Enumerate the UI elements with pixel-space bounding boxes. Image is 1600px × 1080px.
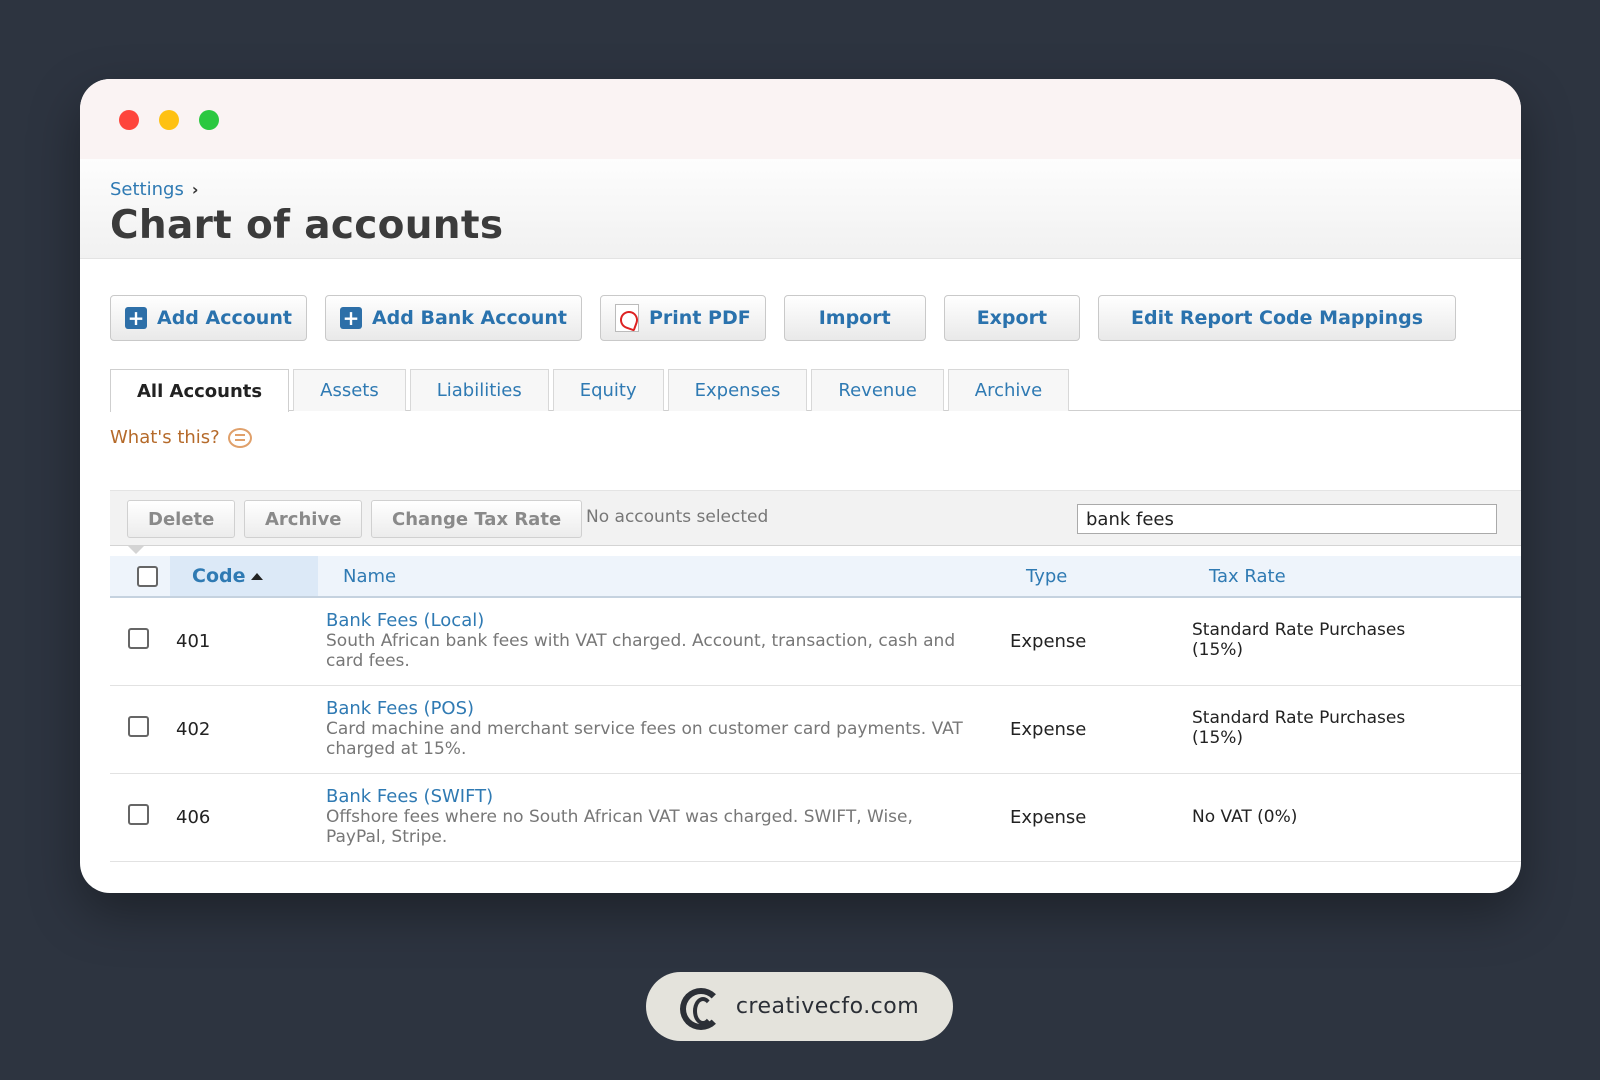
app-window: Settings › Chart of accounts + Add Accou…	[80, 79, 1521, 893]
tab-revenue[interactable]: Revenue	[811, 369, 944, 411]
window-minimize-button[interactable]	[159, 110, 179, 130]
page-header: Settings › Chart of accounts	[80, 159, 1521, 259]
column-header-name[interactable]: Name	[343, 556, 396, 596]
sort-ascending-icon	[251, 572, 264, 580]
account-tax-rate: No VAT (0%)	[1192, 807, 1298, 827]
account-description: Offshore fees where no South African VAT…	[326, 807, 913, 847]
table-row: 406 Bank Fees (SWIFT) Offshore fees wher…	[110, 774, 1521, 862]
breadcrumb-chevron-icon: ›	[191, 180, 199, 199]
bulk-action-bar: Delete Archive Change Tax Rate No accoun…	[110, 490, 1521, 554]
whats-this-link[interactable]: What's this?	[110, 427, 252, 448]
accounts-table: Code Name Type Tax Rate 401 Bank Fees (L…	[110, 556, 1521, 862]
add-bank-account-label: Add Bank Account	[371, 307, 567, 329]
table-row: 402 Bank Fees (POS) Card machine and mer…	[110, 686, 1521, 774]
tab-archive[interactable]: Archive	[947, 369, 1070, 411]
brand-badge: creativecfo.com	[646, 972, 953, 1041]
breadcrumb: Settings ›	[110, 179, 198, 200]
brand-url: creativecfo.com	[735, 994, 920, 1019]
column-header-tax-rate[interactable]: Tax Rate	[1209, 556, 1286, 596]
account-code: 401	[176, 631, 211, 652]
print-pdf-button[interactable]: Print PDF	[599, 295, 766, 341]
account-name-cell: Bank Fees (Local) South African bank fee…	[326, 610, 976, 671]
whats-this-label: What's this?	[110, 427, 220, 448]
account-description: Card machine and merchant service fees o…	[326, 719, 963, 759]
edit-report-code-mappings-button[interactable]: Edit Report Code Mappings	[1098, 295, 1457, 341]
page-title: Chart of accounts	[110, 203, 504, 248]
select-all-checkbox[interactable]	[137, 566, 158, 587]
account-description: South African bank fees with VAT charged…	[326, 631, 956, 671]
add-account-label: Add Account	[157, 307, 292, 329]
account-type: Expense	[1010, 719, 1087, 740]
account-name-link[interactable]: Bank Fees (POS)	[326, 698, 976, 719]
column-header-type[interactable]: Type	[1026, 556, 1067, 596]
creativecfo-logo-icon	[679, 987, 722, 1030]
selection-status: No accounts selected	[586, 507, 769, 527]
column-header-code[interactable]: Code	[170, 556, 318, 596]
window-zoom-button[interactable]	[199, 110, 219, 130]
code-header-label: Code	[192, 565, 246, 587]
row-checkbox[interactable]	[128, 628, 149, 649]
export-button[interactable]: Export	[943, 295, 1081, 341]
window-titlebar	[80, 79, 1521, 159]
account-name-cell: Bank Fees (SWIFT) Offshore fees where no…	[326, 786, 976, 847]
pdf-icon	[614, 304, 639, 332]
tab-assets[interactable]: Assets	[293, 369, 406, 411]
account-tax-rate: Standard Rate Purchases (15%)	[1192, 620, 1406, 660]
main-toolbar: + Add Account + Add Bank Account Print P…	[110, 295, 1457, 341]
row-checkbox[interactable]	[128, 716, 149, 737]
add-bank-account-button[interactable]: + Add Bank Account	[324, 295, 582, 341]
tab-expenses[interactable]: Expenses	[667, 369, 808, 411]
table-row: 401 Bank Fees (Local) South African bank…	[110, 598, 1521, 686]
plus-square-icon: +	[125, 307, 147, 329]
tab-liabilities[interactable]: Liabilities	[409, 369, 549, 411]
account-name-link[interactable]: Bank Fees (SWIFT)	[326, 786, 976, 807]
bar-notch	[128, 546, 144, 554]
account-code: 402	[176, 719, 211, 740]
delete-button[interactable]: Delete	[127, 500, 236, 538]
speech-bubble-icon	[227, 427, 252, 448]
account-tabs: All Accounts Assets Liabilities Equity E…	[110, 369, 1521, 412]
import-button[interactable]: Import	[783, 295, 926, 341]
breadcrumb-settings-link[interactable]: Settings	[110, 179, 184, 200]
tab-equity[interactable]: Equity	[552, 369, 664, 411]
tab-all-accounts[interactable]: All Accounts	[110, 369, 290, 412]
account-tax-rate: Standard Rate Purchases (15%)	[1192, 708, 1406, 748]
add-account-button[interactable]: + Add Account	[110, 295, 307, 341]
window-close-button[interactable]	[119, 110, 139, 130]
search-input[interactable]	[1077, 504, 1497, 534]
account-type: Expense	[1010, 631, 1087, 652]
account-name-link[interactable]: Bank Fees (Local)	[326, 610, 976, 631]
account-type: Expense	[1010, 807, 1087, 828]
print-pdf-label: Print PDF	[648, 307, 751, 329]
row-checkbox[interactable]	[128, 804, 149, 825]
archive-button[interactable]: Archive	[244, 500, 363, 538]
account-code: 406	[176, 807, 211, 828]
change-tax-rate-button[interactable]: Change Tax Rate	[371, 500, 583, 538]
table-header: Code Name Type Tax Rate	[110, 556, 1521, 598]
plus-square-icon: +	[339, 307, 362, 329]
account-name-cell: Bank Fees (POS) Card machine and merchan…	[326, 698, 976, 759]
